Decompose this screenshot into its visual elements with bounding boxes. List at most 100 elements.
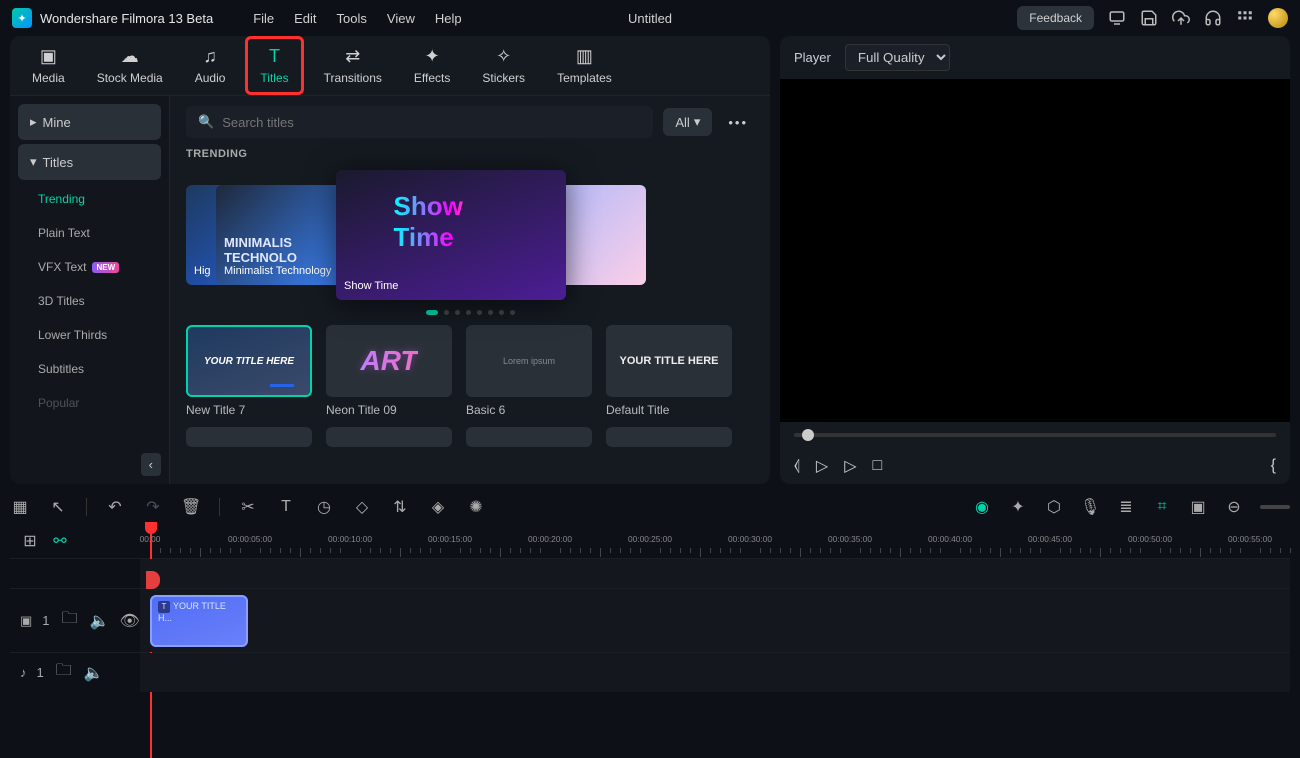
trending-carousel[interactable]: Hig MINIMALISTECHNOLO Minimalist Technol…	[186, 170, 754, 300]
track-visibility-icon[interactable]: 👁	[120, 611, 140, 631]
section-trending-header: TRENDING	[186, 148, 754, 160]
next-frame-button[interactable]: ▷	[844, 456, 856, 476]
tab-stock-media[interactable]: ☁Stock Media	[85, 36, 175, 95]
more-options-button[interactable]: •••	[722, 115, 754, 130]
zoom-out-button[interactable]: ⊖	[1224, 497, 1244, 517]
sidebar-item-titles[interactable]: ▾Titles	[18, 144, 161, 180]
title-card-loading[interactable]	[466, 427, 592, 447]
title-card-loading[interactable]	[606, 427, 732, 447]
sidebar-sub-lower-thirds[interactable]: Lower Thirds	[18, 320, 161, 350]
crop-button[interactable]: ◇	[352, 497, 372, 517]
annotation-arrow	[200, 476, 320, 484]
video-track-1[interactable]: ▣1 🗀 🔈 👁 TYOUR TITLE H...	[10, 588, 1290, 652]
render-icon[interactable]: ▣	[1188, 497, 1208, 517]
speed-button[interactable]: ◷	[314, 497, 334, 517]
effects-tl-icon[interactable]: ✦	[1008, 497, 1028, 517]
menu-tools[interactable]: Tools	[337, 11, 367, 26]
menu-file[interactable]: File	[253, 11, 274, 26]
track-folder-icon[interactable]: 🗀	[54, 659, 74, 686]
title-card-default-title[interactable]: YOUR TITLE HERE Default Title	[606, 325, 732, 417]
in-point-marker[interactable]	[146, 571, 160, 589]
keyframe-button[interactable]: ◈	[428, 497, 448, 517]
video-preview[interactable]	[780, 79, 1290, 422]
search-input-wrap[interactable]: 🔍	[186, 106, 653, 138]
adjust-button[interactable]: ⇅	[390, 497, 410, 517]
sidebar-collapse-button[interactable]: ‹	[141, 453, 161, 476]
cursor-icon[interactable]: ↖	[48, 497, 68, 517]
sidebar-sub-vfx-text[interactable]: VFX TextNEW	[18, 252, 161, 282]
redo-button[interactable]: ↷	[143, 497, 163, 517]
app-title: ✦ Wondershare Filmora 13 Beta	[12, 8, 213, 28]
tab-transitions[interactable]: ⇄Transitions	[312, 36, 394, 95]
carousel-card-showtime[interactable]: Show Time Show Time	[336, 170, 566, 300]
title-card-basic-6[interactable]: Lorem ipsum Basic 6	[466, 325, 592, 417]
menu-help[interactable]: Help	[435, 11, 462, 26]
title-card-neon-title-09[interactable]: ART Neon Title 09	[326, 325, 452, 417]
track-folder-icon[interactable]: 🗀	[60, 607, 80, 634]
tab-templates[interactable]: ▥Templates	[545, 36, 624, 95]
carousel-card-minimalist[interactable]: MINIMALISTECHNOLO Minimalist Technology	[216, 185, 346, 285]
support-icon[interactable]	[1204, 9, 1222, 27]
snapshot-button[interactable]: {	[1271, 457, 1276, 475]
document-title: Untitled	[628, 11, 672, 26]
video-track-header: ▣1 🗀 🔈 👁	[10, 589, 140, 652]
filter-dropdown[interactable]: All▾	[663, 108, 712, 136]
sidebar-item-mine[interactable]: ▸Mine	[18, 104, 161, 140]
play-button[interactable]: ▷	[816, 456, 828, 476]
monitor-icon[interactable]	[1108, 9, 1126, 27]
effects-icon: ✦	[425, 46, 440, 67]
save-icon[interactable]	[1140, 9, 1158, 27]
spacer-track	[10, 558, 1290, 588]
search-input[interactable]	[222, 115, 641, 130]
tab-stickers[interactable]: ✧Stickers	[470, 36, 537, 95]
scrub-bar[interactable]	[780, 422, 1290, 448]
split-button[interactable]: ✂	[238, 497, 258, 517]
audio-mixer-icon[interactable]: ≣	[1116, 497, 1136, 517]
sidebar-sub-plain-text[interactable]: Plain Text	[18, 218, 161, 248]
mic-icon[interactable]: 🎙	[1080, 497, 1100, 517]
title-card-loading[interactable]	[326, 427, 452, 447]
apps-grid-icon[interactable]	[1236, 9, 1254, 27]
link-icon[interactable]: ⚯	[50, 531, 70, 551]
sidebar-sub-trending[interactable]: Trending	[18, 184, 161, 214]
ai-button[interactable]: ◉	[972, 497, 992, 517]
sidebar-sub-subtitles[interactable]: Subtitles	[18, 354, 161, 384]
text-tool-button[interactable]: T	[276, 498, 296, 516]
title-card-new-title-7[interactable]: YOUR TITLE HERE New Title 7	[186, 325, 312, 417]
scrub-handle[interactable]	[802, 429, 814, 441]
undo-button[interactable]: ↶	[105, 497, 125, 517]
add-track-icon[interactable]: ⊞	[20, 531, 40, 551]
sidebar-sub-popular[interactable]: Popular	[18, 388, 161, 418]
cloud-upload-icon[interactable]	[1172, 9, 1190, 27]
track-mute-icon[interactable]: 🔈	[90, 611, 110, 631]
layout-icon[interactable]: ▦	[10, 497, 30, 517]
zoom-slider[interactable]	[1260, 505, 1290, 509]
timeline-header-tools: ⊞ ⚯	[10, 524, 140, 558]
tab-effects[interactable]: ✦Effects	[402, 36, 462, 95]
stop-button[interactable]: □	[873, 457, 883, 475]
carousel-dots[interactable]	[186, 310, 754, 315]
prev-frame-button[interactable]: ⦉	[794, 457, 800, 475]
stickers-icon: ✧	[496, 46, 511, 67]
marker-icon[interactable]: ⬡	[1044, 497, 1064, 517]
timeline-ruler[interactable]: 00:0000:00:05:0000:00:10:0000:00:15:0000…	[140, 524, 1290, 558]
user-avatar[interactable]	[1268, 8, 1288, 28]
player-quality-dropdown[interactable]: Full Quality	[845, 44, 950, 71]
track-mute-icon[interactable]: 🔈	[84, 663, 104, 683]
tab-media[interactable]: ▣Media	[20, 36, 77, 95]
sidebar-sub-3d-titles[interactable]: 3D Titles	[18, 286, 161, 316]
color-button[interactable]: ✺	[466, 497, 486, 517]
title-clip[interactable]: TYOUR TITLE H...	[150, 595, 248, 647]
tab-titles[interactable]: TTitles	[245, 36, 303, 95]
title-label: Basic 6	[466, 403, 592, 417]
menu-edit[interactable]: Edit	[294, 11, 316, 26]
magnetic-icon[interactable]: ⌗	[1152, 498, 1172, 516]
audio-icon: ♫	[203, 46, 217, 67]
tab-audio[interactable]: ♫Audio	[183, 36, 238, 95]
menu-view[interactable]: View	[387, 11, 415, 26]
title-card-loading[interactable]	[186, 427, 312, 447]
feedback-button[interactable]: Feedback	[1017, 6, 1094, 30]
delete-button[interactable]: 🗑	[181, 497, 201, 517]
audio-track-1[interactable]: ♪1 🗀 🔈	[10, 652, 1290, 692]
titles-grid: YOUR TITLE HERE New Title 7 ART Neon Tit…	[186, 325, 754, 417]
